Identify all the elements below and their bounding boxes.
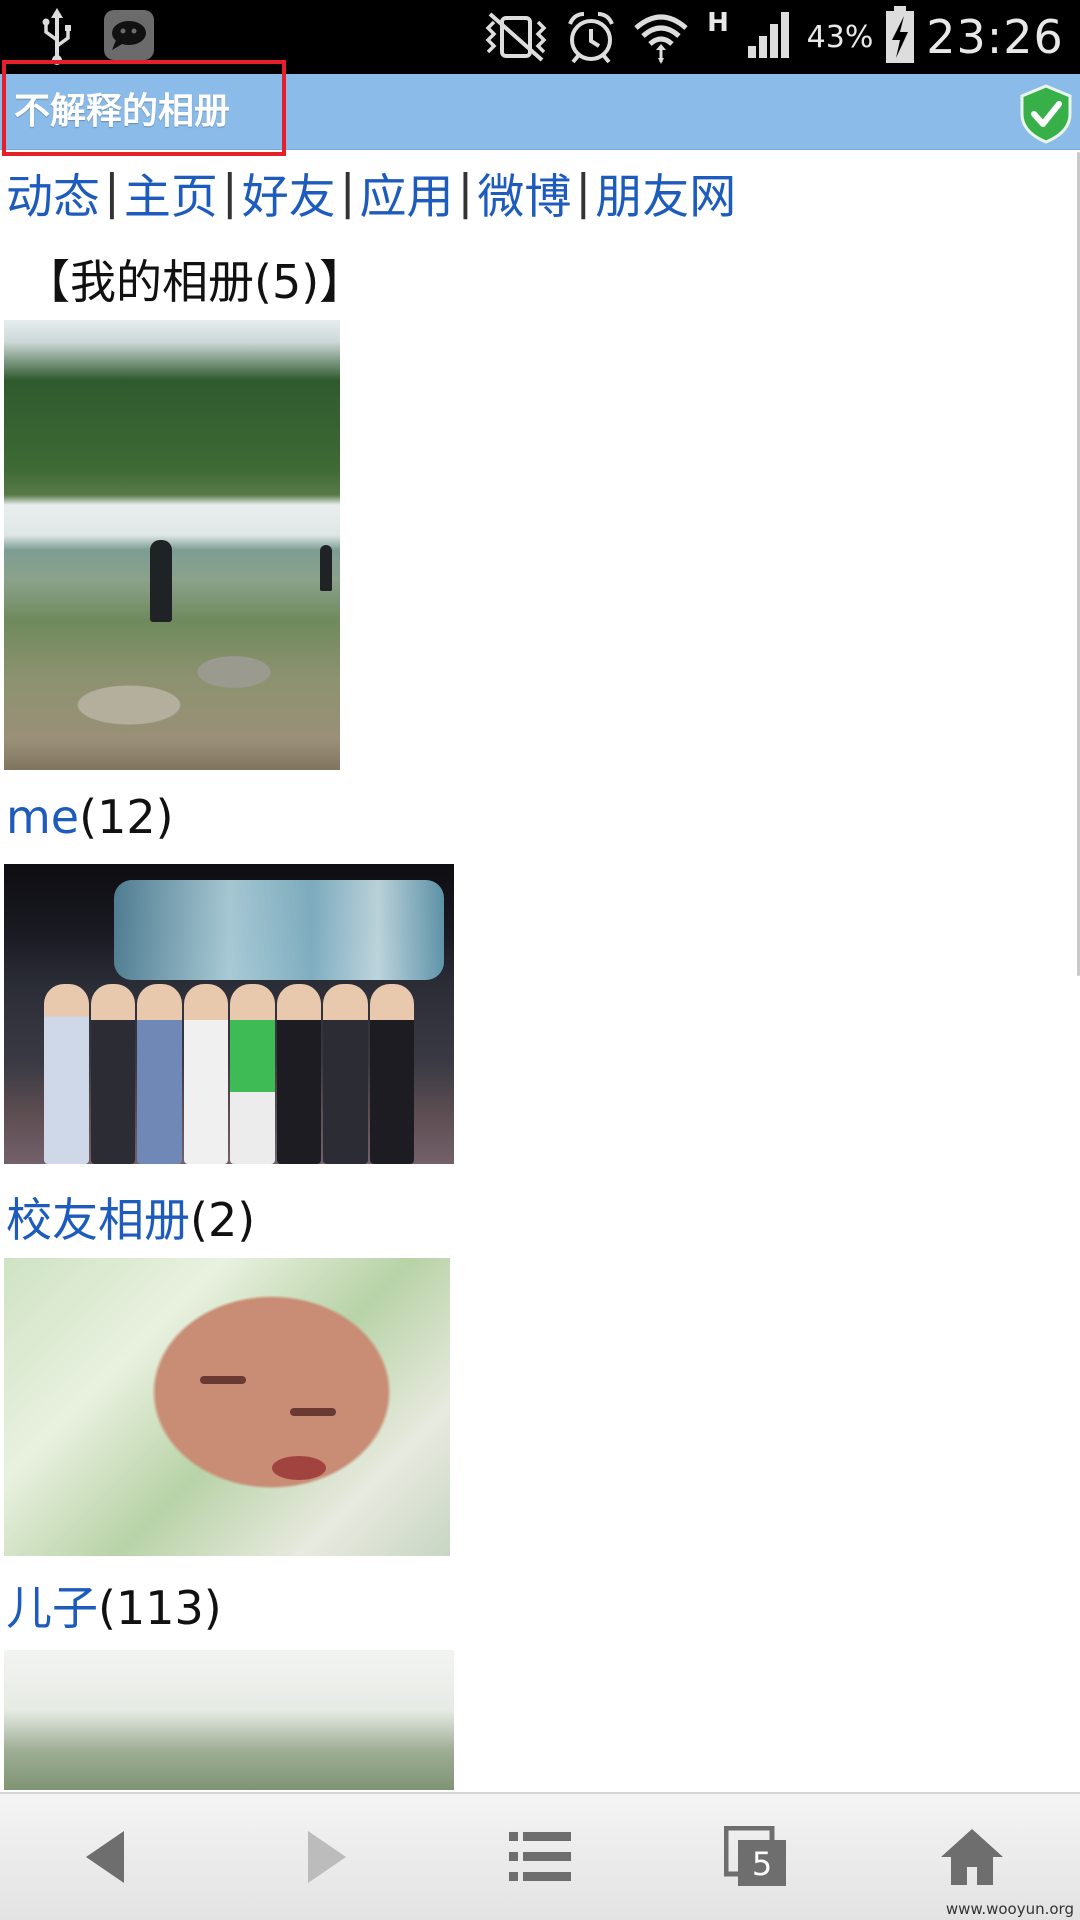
nav-link-home[interactable]: 主页 (124, 158, 218, 227)
nav-link-friends[interactable]: 好友 (242, 158, 336, 227)
album-cover-me[interactable] (4, 320, 340, 770)
window-count-badge: 5 (752, 1845, 772, 1883)
nav-separator: | (221, 164, 238, 220)
home-icon (941, 1829, 1003, 1885)
forward-button[interactable] (216, 1794, 432, 1920)
album-count: (2) (190, 1193, 256, 1247)
battery-charging-icon (886, 6, 914, 63)
album-count: (113) (98, 1581, 222, 1635)
nav-separator: | (104, 164, 120, 220)
nav-link-feed[interactable]: 动态 (6, 158, 100, 227)
nav-separator: | (575, 164, 592, 220)
album-caption-alumni: 校友相册(2) (6, 1184, 255, 1250)
photo-detail (272, 1456, 326, 1480)
nav-separator: | (339, 164, 356, 220)
windows-button[interactable]: 5 (648, 1794, 864, 1920)
nav-link-weibo[interactable]: 微博 (477, 158, 571, 227)
photo-detail (290, 1408, 336, 1416)
album-cover-son[interactable] (4, 1258, 450, 1556)
album-count: (12) (79, 790, 174, 844)
albums-header: 【我的相册(5)】 (24, 255, 366, 309)
browser-toolbar: 5 www.wooyun.org (0, 1792, 1080, 1920)
photo-detail (200, 1376, 246, 1384)
nav-link-apps[interactable]: 应用 (360, 158, 454, 227)
signal-icon (748, 12, 789, 58)
vibrate-icon (485, 12, 547, 62)
title-highlight-box (2, 60, 286, 156)
album-caption-me: me(12) (6, 790, 174, 844)
shield-check-icon[interactable] (1018, 84, 1074, 144)
nav-link-pengyou[interactable]: 朋友网 (595, 158, 736, 227)
battery-percent: 43% (806, 19, 874, 55)
forward-arrow-icon (308, 1831, 346, 1883)
album-cover-alumni[interactable] (4, 864, 454, 1164)
album-cover-partial[interactable] (4, 1650, 454, 1790)
photo-sign (114, 880, 444, 980)
clock: 23:26 (926, 10, 1064, 64)
album-link-son[interactable]: 儿子 (6, 1581, 98, 1635)
network-type-label: H (707, 8, 729, 38)
nav-links: 动态 | 主页 | 好友 | 应用 | 微博 | 朋友网 (6, 162, 736, 225)
menu-button[interactable] (432, 1794, 648, 1920)
album-link-alumni[interactable]: 校友相册 (6, 1193, 190, 1247)
photo-group (44, 976, 414, 1164)
back-arrow-icon (86, 1831, 124, 1883)
watermark: www.wooyun.org (945, 1900, 1074, 1918)
photo-person (150, 540, 172, 622)
photo-person (320, 545, 332, 591)
windows-icon: 5 (724, 1826, 786, 1886)
nav-separator: | (457, 164, 474, 220)
wifi-icon (634, 14, 688, 64)
back-button[interactable] (0, 1794, 216, 1920)
album-caption-son: 儿子(113) (6, 1572, 222, 1638)
alarm-icon (568, 12, 614, 64)
album-link-me[interactable]: me (6, 790, 79, 844)
menu-list-icon (509, 1832, 571, 1881)
